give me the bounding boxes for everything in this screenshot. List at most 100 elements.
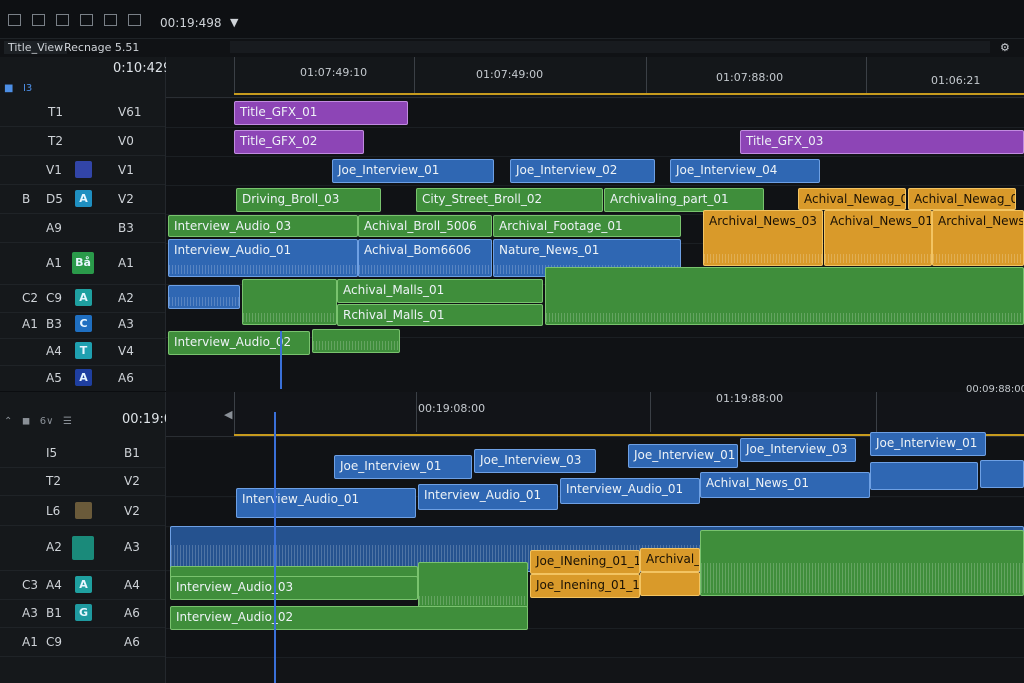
clip-news[interactable]: Achival_Newag_03 — [908, 188, 1016, 210]
lower-ruler[interactable]: ◀ 00:19:08:00 01:19:88:00 00:09:88:00 — [166, 384, 1024, 437]
track-header-a3[interactable]: A1 B3 C A3 — [0, 311, 165, 339]
work-area-bar[interactable] — [234, 93, 1024, 95]
snap-icon[interactable]: ▼ — [230, 16, 238, 29]
clip-title[interactable]: Title_GFX_02 — [234, 130, 364, 154]
track-header-b1[interactable]: I5 B1 — [0, 440, 165, 468]
clip-audio-wave[interactable] — [545, 267, 1024, 325]
clip-audio[interactable]: Interview_Audio_02 — [168, 331, 310, 355]
lower-playhead[interactable] — [274, 412, 276, 683]
clip-audio[interactable]: Interview_Audio_03 — [168, 215, 358, 237]
track-header-a6[interactable]: A5 A A6 — [0, 365, 165, 393]
clip-audio-wave[interactable] — [168, 285, 240, 309]
clip-audio[interactable]: Interview_Audio_01 — [560, 478, 700, 504]
track-badge[interactable]: A — [75, 369, 92, 386]
track-badge[interactable]: T — [75, 342, 92, 359]
track-header-v1[interactable]: V1 V1 — [0, 157, 165, 185]
clip-audio-wave[interactable] — [700, 530, 1024, 596]
track-badge[interactable]: A — [75, 576, 92, 593]
clip-video[interactable]: Joe_Interview_01 — [870, 432, 986, 456]
track-header-a6[interactable]: A3 B1 G A6 — [0, 600, 165, 628]
upper-playhead[interactable] — [280, 331, 282, 389]
ruler-tick — [646, 57, 647, 93]
ruler-label: 01:07:49:00 — [476, 68, 544, 81]
track-name: V1 — [118, 163, 134, 177]
close-icon[interactable]: ⚙ — [1000, 41, 1010, 54]
clip-news[interactable]: Archival_0 — [640, 548, 700, 572]
clip-audio-wave[interactable] — [242, 279, 337, 325]
clip-title[interactable]: Title_GFX_01 — [234, 101, 408, 125]
track-a: A1 — [22, 317, 38, 331]
menu-icon[interactable] — [8, 14, 21, 26]
lane[interactable] — [166, 365, 1024, 394]
layout-icon[interactable] — [128, 14, 141, 26]
clip-audio[interactable]: Archival_Footage_01 — [493, 215, 681, 237]
track-header-a4[interactable]: C3 A4 A A4 — [0, 572, 165, 600]
clip-video[interactable]: Joe_Interview_01 — [332, 159, 494, 183]
clip-video[interactable]: Joe_Interview_01 — [628, 444, 738, 468]
clip-audio[interactable]: Interview_Audio_01 — [418, 484, 558, 510]
lane[interactable] — [166, 629, 1024, 658]
track-header-v2[interactable]: T2 V2 — [0, 468, 165, 496]
clip-video[interactable]: Joe_Interview_02 — [510, 159, 655, 183]
track-header-v2b[interactable]: L6 V2 — [0, 498, 165, 526]
track-id: I5 — [46, 446, 58, 460]
settings-icon[interactable] — [80, 14, 93, 26]
track-id: B3 — [46, 317, 62, 331]
clip-broll[interactable]: Driving_Broll_03 — [236, 188, 381, 212]
track-header-a6b[interactable]: A1 C9 A6 — [0, 629, 165, 657]
clip-news[interactable] — [640, 572, 700, 596]
clip-audio[interactable] — [870, 462, 978, 490]
clip-news[interactable]: Archival_News_03 — [703, 210, 823, 266]
clip-audio-wave[interactable] — [418, 562, 528, 608]
tab-title-view[interactable]: Title_View — [4, 41, 68, 54]
clip-news[interactable]: Achival_News_011 — [824, 210, 932, 266]
track-header-v2[interactable]: B D5 A V2 — [0, 186, 165, 214]
track-badge[interactable]: Bå — [72, 252, 94, 274]
clip-audio[interactable]: Achival_Broll_5006 — [358, 215, 492, 237]
clip-audio-wave[interactable] — [312, 329, 400, 353]
clip-malls[interactable]: Achival_Malls_01 — [337, 279, 543, 303]
clip-audio[interactable]: Interview_Audio_01 — [168, 239, 358, 277]
track-header-v61[interactable]: T1 V61 — [0, 99, 165, 127]
camera-icon[interactable] — [104, 14, 117, 26]
track-badge[interactable]: C — [75, 315, 92, 332]
track-badge[interactable]: A — [75, 289, 92, 306]
track-color-badge[interactable] — [75, 161, 92, 178]
clip-malls[interactable]: Rchival_Malls_01 — [337, 304, 543, 326]
track-header-b3[interactable]: A9 B3 — [0, 215, 165, 243]
track-color-badge[interactable] — [75, 502, 92, 519]
clip-news[interactable]: Archival_News_03 — [932, 210, 1024, 266]
track-a: A1 — [22, 635, 38, 649]
clip-video[interactable]: Joe_Interview_01 — [334, 455, 472, 479]
clip-broll[interactable]: Archivaling_part_01 — [604, 188, 764, 212]
track-name: A1 — [118, 256, 134, 270]
panel-icon[interactable] — [32, 14, 45, 26]
track-badge[interactable] — [72, 536, 94, 560]
clip-audio[interactable]: Interview_Audio_01 — [236, 488, 416, 518]
clip-audio[interactable]: Achival_News_01 — [700, 472, 870, 498]
clip-news[interactable]: Achival_Newag_03 — [798, 188, 906, 210]
clip-broll[interactable]: City_Street_Broll_02 — [416, 188, 603, 212]
clip-news[interactable]: Joe_Inening_01_1 — [530, 574, 640, 598]
track-badge[interactable]: G — [75, 604, 92, 621]
playhead-marker[interactable]: ◀ — [224, 408, 232, 421]
clip-news[interactable]: Joe_INening_01_1 — [530, 550, 640, 574]
tab-strip — [230, 41, 990, 53]
grid-icon[interactable] — [56, 14, 69, 26]
clip-audio[interactable]: Interview_Audio_03 — [170, 576, 418, 600]
clip-audio[interactable]: Achival_Bom6606 — [358, 239, 492, 277]
clip-audio[interactable]: Interview_Audio_02 — [170, 606, 528, 630]
track-header-a2[interactable]: C2 C9 A A2 — [0, 285, 165, 313]
clip-title[interactable]: Title_GFX_03 — [740, 130, 1024, 154]
track-header-v4[interactable]: A4 T V4 — [0, 338, 165, 366]
track-header-a1[interactable]: A1 Bå A1 — [0, 244, 165, 285]
clip-video[interactable]: Joe_Interview_04 — [670, 159, 820, 183]
tab-recnage[interactable]: Recnage 5.51 — [60, 41, 143, 54]
track-header-v0[interactable]: T2 V0 — [0, 128, 165, 156]
upper-ruler[interactable]: 01:07:49:10 01:07:49:00 01:07:88:00 01:0… — [166, 57, 1024, 98]
clip-audio[interactable] — [980, 460, 1024, 488]
track-badge[interactable]: A — [75, 190, 92, 207]
clip-video[interactable]: Joe_Interview_03 — [474, 449, 596, 473]
clip-video[interactable]: Joe_Interview_03 — [740, 438, 856, 462]
track-header-a3[interactable]: A2 A3 — [0, 528, 165, 571]
